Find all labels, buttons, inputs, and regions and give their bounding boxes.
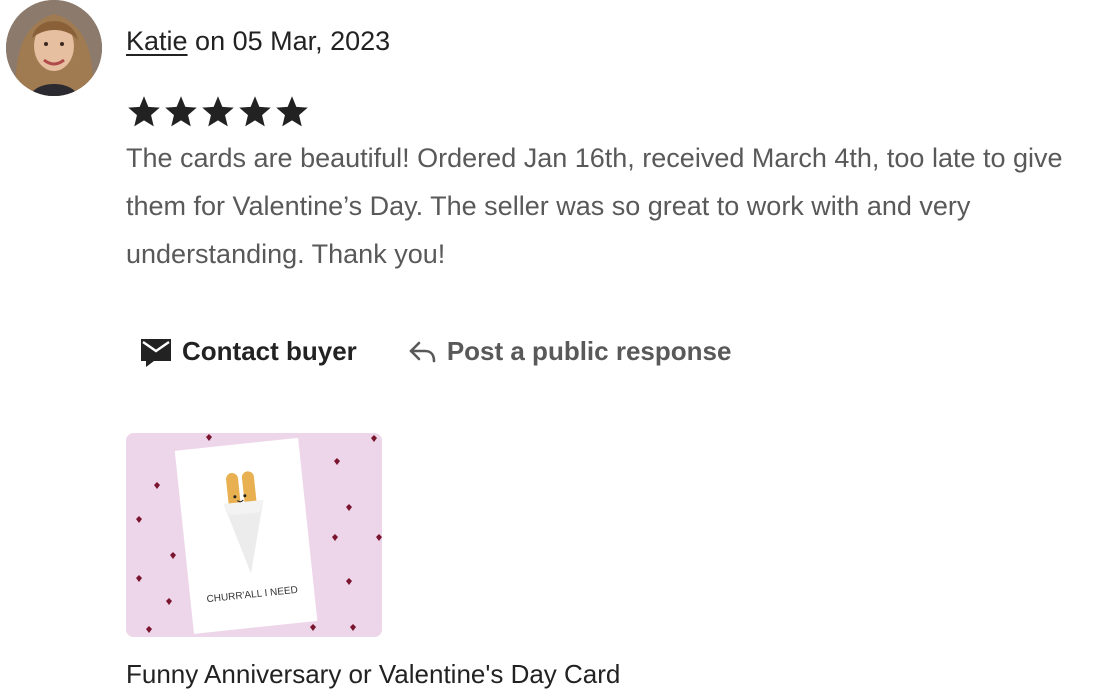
post-public-response-label: Post a public response — [446, 336, 732, 366]
review-actions: Contact buyer Post a public response — [126, 336, 731, 367]
greeting-card-image: CHURR'ALL I NEED — [126, 433, 382, 637]
envelope-icon — [141, 338, 171, 367]
contact-buyer-label: Contact buyer — [182, 336, 357, 366]
star-icon — [202, 96, 234, 127]
star-icon — [276, 96, 308, 127]
star-icon — [239, 96, 271, 127]
reviewer-name-link[interactable]: Katie — [126, 26, 188, 56]
review-header: Katie on 05 Mar, 2023 — [126, 26, 390, 57]
review-text: The cards are beautiful! Ordered Jan 16t… — [126, 143, 1063, 269]
post-public-response-button[interactable]: Post a public response — [407, 336, 732, 367]
star-icon — [128, 96, 160, 127]
reply-arrow-icon — [409, 341, 436, 362]
star-icon — [165, 96, 197, 127]
review-date: on 05 Mar, 2023 — [187, 26, 391, 56]
star-rating — [126, 94, 310, 130]
product-title-link[interactable]: Funny Anniversary or Valentine's Day Car… — [126, 659, 620, 690]
product-image[interactable]: CHURR'ALL I NEED — [126, 433, 382, 637]
avatar[interactable] — [6, 0, 102, 96]
contact-buyer-button[interactable]: Contact buyer — [126, 336, 357, 367]
reviewer-photo — [6, 0, 102, 96]
